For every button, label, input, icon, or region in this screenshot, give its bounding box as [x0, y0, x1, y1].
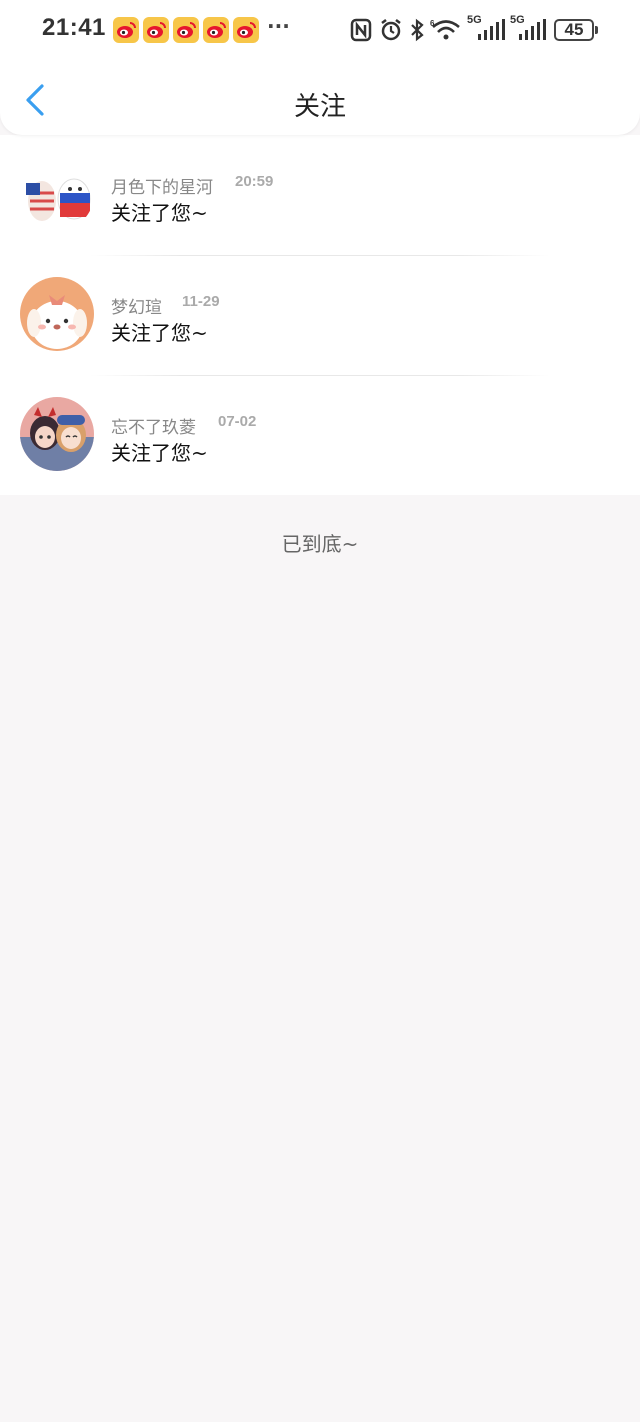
list-item[interactable]: 梦幻瑄 11-29 关注了您~	[0, 255, 640, 375]
notification-message: 关注了您~	[111, 441, 208, 465]
wifi-icon: 6	[430, 18, 462, 46]
notification-message: 关注了您~	[111, 321, 208, 345]
avatar[interactable]	[20, 157, 94, 231]
end-of-list-text: 已到底~	[281, 532, 359, 556]
weibo-icon	[233, 17, 259, 43]
svg-text:6: 6	[430, 19, 435, 28]
notification-date: 07-02	[218, 413, 257, 430]
avatar[interactable]	[20, 397, 94, 471]
list-item[interactable]: 月色下的星河 20:59 关注了您~	[0, 135, 640, 255]
nfc-icon	[350, 18, 372, 46]
page-title: 关注	[293, 92, 346, 122]
weibo-icon	[173, 17, 199, 43]
top-bar: 21:41 ··· 6 5G 5G 45 关注	[0, 0, 640, 135]
weibo-icon	[203, 17, 229, 43]
notification-date: 20:59	[235, 173, 274, 190]
notification-date: 11-29	[182, 293, 220, 310]
weibo-icon	[113, 17, 139, 43]
status-time: 21:41	[42, 14, 106, 41]
battery-indicator: 45	[554, 19, 598, 41]
user-name[interactable]: 忘不了玖菱	[111, 413, 196, 438]
avatar[interactable]	[20, 277, 94, 351]
more-notifications-icon: ···	[267, 14, 290, 38]
bluetooth-icon	[408, 18, 426, 46]
status-bar: 21:41 ··· 6 5G 5G 45	[0, 0, 640, 62]
signal-icon	[517, 18, 547, 46]
signal-icon	[476, 18, 506, 46]
user-name[interactable]: 月色下的星河	[111, 173, 213, 198]
follow-notification-list: 月色下的星河 20:59 关注了您~ 梦幻瑄 11-29 关注了您~ 忘不了玖菱…	[0, 135, 640, 495]
weibo-icon	[143, 17, 169, 43]
user-name[interactable]: 梦幻瑄	[111, 293, 162, 318]
notification-message: 关注了您~	[111, 201, 208, 225]
list-item[interactable]: 忘不了玖菱 07-02 关注了您~	[0, 375, 640, 495]
alarm-icon	[379, 18, 403, 46]
